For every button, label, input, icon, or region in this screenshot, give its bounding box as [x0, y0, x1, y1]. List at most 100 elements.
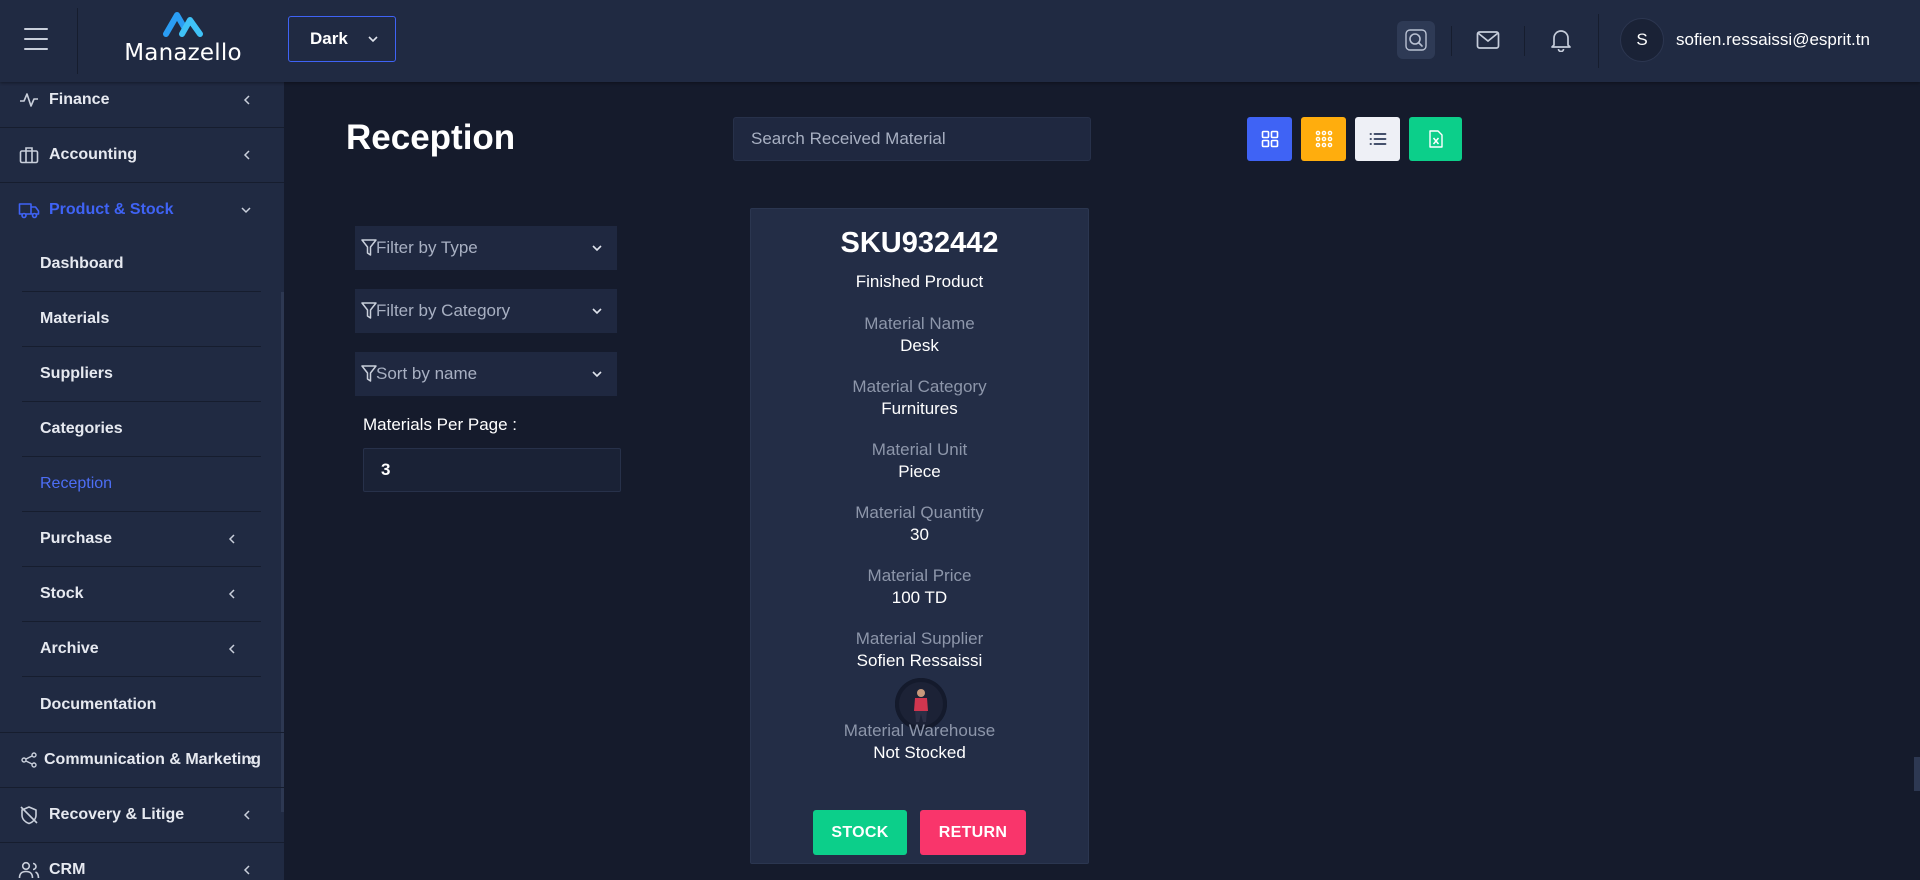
sidebar-item-finance[interactable]: Finance — [0, 82, 262, 127]
field-label: Material Unit — [871, 440, 968, 459]
divider — [1598, 14, 1599, 68]
chevron-down-icon — [592, 308, 602, 315]
filter-icon — [361, 239, 377, 256]
sidebar-item-categories[interactable]: Categories — [22, 402, 261, 457]
sidebar-item-crm[interactable]: CRM — [0, 842, 262, 880]
material-price-field: Material Price 100 TD — [751, 565, 1088, 609]
material-quantity-field: Material Quantity 30 — [751, 502, 1088, 546]
sidebar-item-accounting[interactable]: Accounting — [0, 127, 262, 182]
chevron-left-icon — [247, 754, 254, 765]
sidebar-item-suppliers[interactable]: Suppliers — [22, 347, 261, 402]
chevron-down-icon — [241, 206, 251, 213]
field-value: Sofien Ressaissi — [856, 651, 983, 670]
search-button[interactable] — [1397, 21, 1435, 59]
chevron-down-icon — [368, 36, 378, 43]
per-page-input[interactable]: 3 — [363, 448, 621, 492]
search-icon — [1405, 29, 1427, 51]
field-label: Material Price — [867, 566, 972, 585]
sidebar-item-label: Dashboard — [40, 255, 124, 272]
sidebar-item-communication[interactable]: Communication & Marketing — [0, 732, 262, 787]
list-icon — [1369, 133, 1386, 145]
notifications-button[interactable] — [1542, 21, 1580, 59]
sort-by-name-select[interactable]: Sort by name — [355, 352, 617, 396]
logo-text: Manazello — [124, 40, 242, 66]
material-warehouse-field: Material Warehouse Not Stocked — [751, 720, 1088, 764]
sidebar-item-label: Accounting — [49, 145, 137, 163]
field-value: Not Stocked — [873, 743, 966, 762]
chevron-left-icon — [228, 644, 235, 654]
chevron-left-icon — [228, 534, 235, 544]
material-unit-field: Material Unit Piece — [751, 439, 1088, 483]
user-email: sofien.ressaissi@esprit.tn — [1676, 30, 1870, 49]
divider — [1451, 26, 1452, 56]
sidebar-item-recovery[interactable]: Recovery & Litige — [0, 787, 262, 842]
material-sku: SKU932442 — [840, 227, 999, 259]
filter-icon — [361, 365, 377, 382]
per-page-value: 3 — [381, 460, 391, 479]
field-label: Material Warehouse — [843, 721, 996, 740]
stock-button[interactable]: STOCK — [813, 810, 907, 855]
return-button[interactable]: RETURN — [920, 810, 1026, 855]
material-supplier-field: Material Supplier Sofien Ressaissi — [751, 628, 1088, 672]
chevron-left-icon — [243, 149, 250, 160]
sidebar: Finance Accounting Product & Stock Dashb… — [0, 82, 284, 880]
mail-icon — [1476, 31, 1500, 49]
sidebar-item-purchase[interactable]: Purchase — [22, 512, 261, 567]
filter-label: Sort by name — [376, 364, 478, 383]
theme-select-value: Dark — [310, 29, 348, 48]
divider — [1524, 26, 1525, 56]
page-title: Reception — [346, 118, 516, 157]
sidebar-item-dashboard[interactable]: Dashboard — [22, 237, 261, 292]
sidebar-item-label: Finance — [49, 90, 110, 108]
chevron-left-icon — [228, 589, 235, 599]
shield-off-icon — [18, 804, 40, 826]
export-excel-button[interactable] — [1409, 117, 1462, 161]
users-icon — [18, 859, 40, 880]
field-label: Material Name — [864, 314, 975, 333]
share-icon — [18, 749, 40, 771]
sidebar-item-label: Archive — [40, 640, 99, 657]
field-value: Furnitures — [881, 399, 958, 418]
chevron-left-icon — [243, 94, 250, 105]
dots-grid-icon — [1315, 130, 1332, 148]
filter-by-type-select[interactable]: Filter by Type — [355, 226, 617, 270]
sidebar-item-stock[interactable]: Stock — [22, 567, 261, 622]
page-scrollbar[interactable] — [1914, 757, 1920, 791]
sidebar-item-label: CRM — [49, 860, 86, 878]
user-menu[interactable]: S sofien.ressaissi@esprit.tn — [1620, 18, 1870, 62]
filter-label: Filter by Category — [376, 301, 511, 320]
messages-button[interactable] — [1469, 21, 1507, 59]
list-view-button[interactable] — [1355, 117, 1400, 161]
sidebar-item-label: Reception — [40, 475, 113, 492]
sidebar-item-label: Purchase — [40, 530, 113, 547]
sidebar-item-reception[interactable]: Reception — [22, 457, 261, 512]
logo[interactable]: Manazello — [118, 10, 248, 70]
sidebar-item-archive[interactable]: Archive — [22, 622, 261, 677]
activity-icon — [18, 89, 40, 111]
sidebar-item-label: Documentation — [40, 695, 157, 713]
material-category-field: Material Category Furnitures — [751, 376, 1088, 420]
bell-icon — [1551, 30, 1571, 52]
filter-label: Filter by Type — [376, 238, 478, 257]
field-value: Piece — [898, 462, 941, 481]
filter-by-category-select[interactable]: Filter by Category — [355, 289, 617, 333]
material-card: SKU932442 Finished Product Material Name… — [750, 208, 1089, 864]
hamburger-menu-icon[interactable] — [24, 28, 50, 50]
sidebar-item-product-stock[interactable]: Product & Stock — [0, 182, 262, 237]
search-input[interactable] — [733, 117, 1091, 161]
sidebar-item-materials[interactable]: Materials — [22, 292, 261, 347]
chevron-down-icon — [592, 371, 602, 378]
sidebar-item-documentation[interactable]: Documentation — [22, 677, 261, 732]
theme-select[interactable]: Dark — [288, 16, 396, 62]
grid-view-button[interactable] — [1247, 117, 1292, 161]
compact-grid-view-button[interactable] — [1301, 117, 1346, 161]
material-name-field: Material Name Desk — [751, 313, 1088, 357]
sidebar-item-label: Communication & Marketing — [44, 750, 261, 768]
sidebar-scrollbar[interactable] — [281, 292, 284, 812]
field-label: Material Supplier — [855, 629, 984, 648]
sidebar-item-label: Product & Stock — [49, 200, 174, 218]
sidebar-item-label: Categories — [40, 420, 123, 437]
truck-icon — [18, 199, 40, 221]
chevron-left-icon — [243, 864, 250, 875]
field-label: Material Category — [852, 377, 987, 396]
